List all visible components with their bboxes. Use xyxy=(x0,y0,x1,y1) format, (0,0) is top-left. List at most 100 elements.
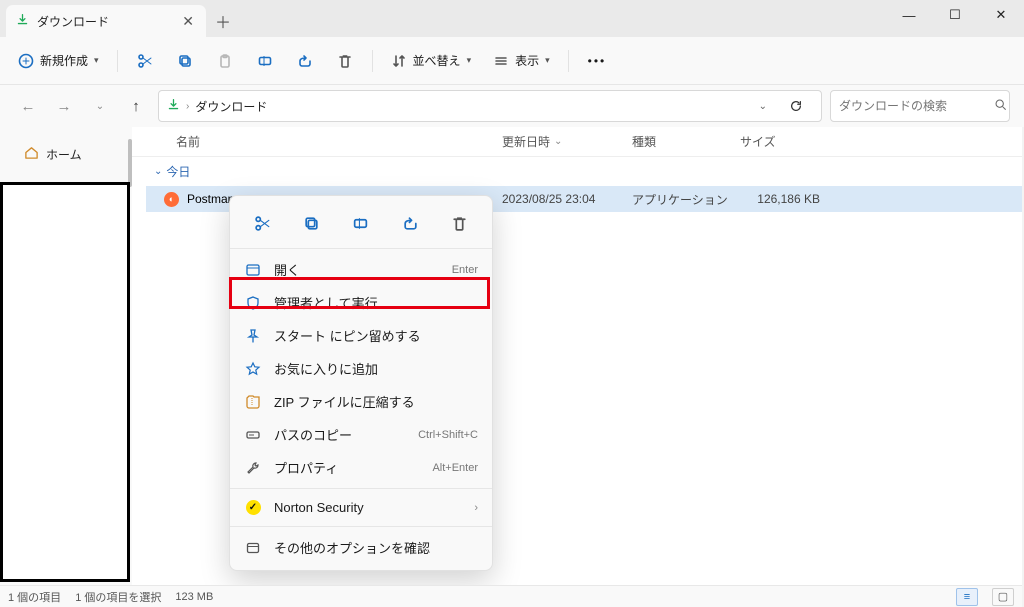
ctx-share-button[interactable] xyxy=(393,208,427,238)
status-size: 123 MB xyxy=(175,591,213,603)
chevron-down-icon: ⌄ xyxy=(554,136,562,147)
path-icon xyxy=(244,427,262,443)
sidebar-item-home[interactable]: ホーム xyxy=(0,139,132,169)
breadcrumb-item[interactable]: ダウンロード xyxy=(195,98,267,115)
copy-icon xyxy=(303,215,320,232)
postman-icon: ◐ xyxy=(164,192,179,207)
ctx-pin-to-start[interactable]: スタート にピン留めする xyxy=(230,319,492,352)
column-date[interactable]: 更新日時 ⌄ xyxy=(502,133,632,150)
up-button[interactable]: ↑ xyxy=(122,92,150,120)
maximize-button[interactable]: ☐ xyxy=(932,0,978,30)
address-row: ← → ⌄ ↑ › ダウンロード ⌄ xyxy=(0,85,1024,127)
share-icon xyxy=(402,215,419,232)
forward-button: → xyxy=(50,92,78,120)
view-details-button[interactable]: ≡ xyxy=(956,588,978,606)
trash-icon xyxy=(451,215,468,232)
norton-icon: ✓ xyxy=(244,500,262,515)
file-size: 126,186 KB xyxy=(740,192,830,206)
scissors-icon xyxy=(254,215,271,232)
shield-icon xyxy=(244,295,262,311)
chevron-down-icon: ▾ xyxy=(545,55,550,66)
separator xyxy=(230,248,492,249)
separator xyxy=(230,488,492,489)
ctx-copy-button[interactable] xyxy=(295,208,329,238)
sidebar-item-label: ホーム xyxy=(46,146,82,163)
star-icon xyxy=(244,361,262,377)
column-name[interactable]: 名前 xyxy=(132,133,502,150)
sort-icon xyxy=(391,53,407,69)
wrench-icon xyxy=(244,460,262,476)
ctx-open[interactable]: 開く Enter xyxy=(230,253,492,286)
titlebar: ダウンロード ✕ ＋ — ☐ ✕ xyxy=(0,0,1024,37)
ellipsis-icon: ••• xyxy=(588,54,607,68)
view-button[interactable]: 表示 ▾ xyxy=(485,46,558,75)
search-icon xyxy=(994,98,1007,114)
ctx-copy-path[interactable]: パスのコピー Ctrl+Shift+C xyxy=(230,418,492,451)
zip-icon xyxy=(244,394,262,410)
tab-close-button[interactable]: ✕ xyxy=(180,13,196,30)
tab-title: ダウンロード xyxy=(37,13,172,30)
chevron-right-icon: › xyxy=(474,502,478,514)
status-bar: 1 個の項目 1 個の項目を選択 123 MB ≡ ▢ xyxy=(0,585,1022,607)
ctx-delete-button[interactable] xyxy=(442,208,476,238)
pin-icon xyxy=(244,328,262,344)
separator xyxy=(117,50,118,72)
column-type[interactable]: 種類 xyxy=(632,133,740,150)
new-tab-button[interactable]: ＋ xyxy=(206,5,240,37)
rename-icon xyxy=(352,215,369,232)
paste-button[interactable] xyxy=(208,47,242,75)
sidebar: ホーム xyxy=(0,127,132,585)
ctx-norton-security[interactable]: ✓ Norton Security › xyxy=(230,493,492,522)
search-input[interactable] xyxy=(839,99,994,113)
main-area: ホーム 名前 更新日時 ⌄ 種類 サイズ ⌄ 今日 ◐ Postman- 202… xyxy=(0,127,1022,585)
view-thumbnails-button[interactable]: ▢ xyxy=(992,588,1014,606)
ctx-compress-zip[interactable]: ZIP ファイルに圧縮する xyxy=(230,385,492,418)
chevron-down-icon[interactable]: ⌄ xyxy=(753,99,773,114)
chevron-down-icon: ▾ xyxy=(467,55,472,66)
plus-circle-icon xyxy=(18,53,34,69)
group-header-today[interactable]: ⌄ 今日 xyxy=(132,157,1022,186)
ctx-properties[interactable]: プロパティ Alt+Enter xyxy=(230,451,492,484)
ctx-cut-button[interactable] xyxy=(246,208,280,238)
rename-button[interactable] xyxy=(248,47,282,75)
recent-button[interactable]: ⌄ xyxy=(86,92,114,120)
chevron-right-icon: › xyxy=(186,101,189,112)
column-size[interactable]: サイズ xyxy=(740,133,812,150)
ctx-run-as-admin[interactable]: 管理者として実行 xyxy=(230,286,492,319)
status-item-count: 1 個の項目 xyxy=(8,589,61,605)
share-button[interactable] xyxy=(288,47,322,75)
tab-downloads[interactable]: ダウンロード ✕ xyxy=(6,5,206,37)
clipboard-icon xyxy=(217,53,233,69)
separator xyxy=(372,50,373,72)
ctx-add-favorite[interactable]: お気に入りに追加 xyxy=(230,352,492,385)
view-list-icon xyxy=(493,53,509,69)
search-box[interactable] xyxy=(830,90,1010,122)
status-selected-count: 1 個の項目を選択 xyxy=(75,589,161,605)
more-button[interactable]: ••• xyxy=(579,48,616,74)
copy-icon xyxy=(177,53,193,69)
ctx-more-options[interactable]: その他のオプションを確認 xyxy=(230,531,492,564)
window-controls: — ☐ ✕ xyxy=(886,0,1024,30)
copy-button[interactable] xyxy=(168,47,202,75)
back-button[interactable]: ← xyxy=(14,92,42,120)
file-type: アプリケーション xyxy=(632,191,740,208)
address-bar[interactable]: › ダウンロード ⌄ xyxy=(158,90,822,122)
cut-button[interactable] xyxy=(128,47,162,75)
trash-icon xyxy=(337,53,353,69)
separator xyxy=(568,50,569,72)
ctx-rename-button[interactable] xyxy=(344,208,378,238)
context-menu: 開く Enter 管理者として実行 スタート にピン留めする お気に入りに追加 … xyxy=(229,195,493,571)
chevron-down-icon: ⌄ xyxy=(154,166,162,177)
new-button[interactable]: 新規作成 ▾ xyxy=(10,46,107,75)
rename-icon xyxy=(257,53,273,69)
delete-button[interactable] xyxy=(328,47,362,75)
column-headers: 名前 更新日時 ⌄ 種類 サイズ xyxy=(132,127,1022,157)
open-icon xyxy=(244,262,262,278)
file-date: 2023/08/25 23:04 xyxy=(502,192,632,206)
minimize-button[interactable]: — xyxy=(886,0,932,30)
sort-button[interactable]: 並べ替え ▾ xyxy=(383,46,480,75)
share-icon xyxy=(297,53,313,69)
close-button[interactable]: ✕ xyxy=(978,0,1024,30)
download-icon xyxy=(167,98,180,114)
refresh-button[interactable] xyxy=(779,90,813,122)
